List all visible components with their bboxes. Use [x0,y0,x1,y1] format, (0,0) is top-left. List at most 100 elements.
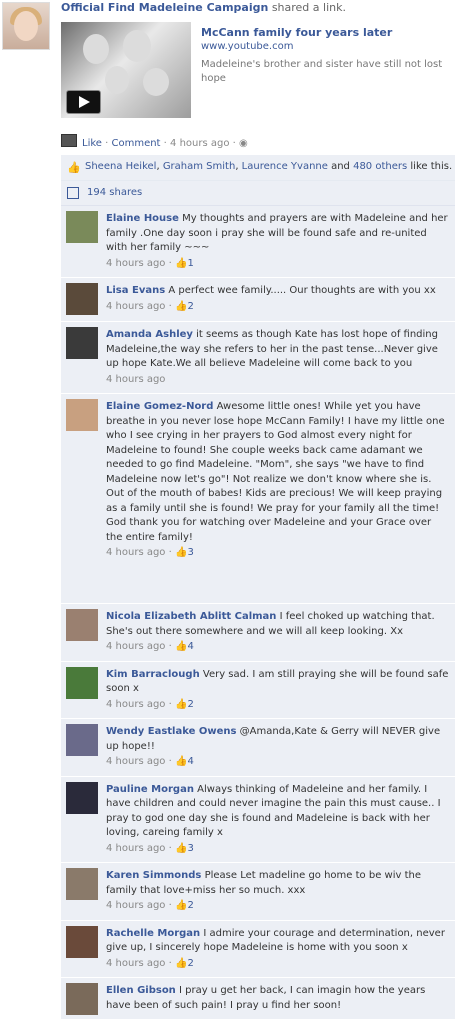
comment-item: Amanda Ashley it seems as though Kate ha… [61,322,455,394]
commenter-avatar[interactable] [66,211,98,243]
comment-like-icon[interactable]: 👍 [175,699,187,710]
comment-meta: 4 hours ago · 👍3 [106,547,194,558]
comment-item: Rachelle Morgan I admire your courage an… [61,920,455,978]
liker-link[interactable]: Graham Smith [163,161,236,172]
comment-meta: 4 hours ago · 👍1 [106,257,194,269]
comment-meta: 4 hours ago · 👍2 [106,698,194,710]
commenter-avatar[interactable] [66,781,98,814]
commenter-avatar[interactable] [66,283,98,315]
comment-timestamp[interactable]: 4 hours ago [106,641,165,652]
comment-text: Awesome little ones! While yet you have … [106,401,445,543]
comment-item: Nicola Elizabeth Ablitt Calman I feel ch… [61,604,455,662]
commenter-name-link[interactable]: Elaine Gomez-Nord [106,401,213,412]
page-avatar[interactable] [2,2,50,50]
comment-like-icon[interactable]: 👍 [175,301,187,312]
link-description: Madeleine's brother and sister have stil… [201,59,443,84]
comment-item: Pauline Morgan Always thinking of Madele… [61,776,455,863]
post-timestamp[interactable]: 4 hours ago [170,138,229,149]
commenter-name-link[interactable]: Ellen Gibson [106,985,176,996]
commenter-name-link[interactable]: Pauline Morgan [106,784,194,795]
comment-timestamp[interactable]: 4 hours ago [106,301,165,312]
post-header: Official Find Madeleine Campaign shared … [0,0,455,149]
commenter-avatar[interactable] [66,666,98,699]
shares-link[interactable]: 194 shares [87,187,142,198]
thumbs-up-icon: 👍 [67,161,81,174]
comment-like-count[interactable]: 4 [187,641,193,652]
liker-link[interactable]: Sheena Heikel [85,161,156,172]
comment-timestamp[interactable]: 4 hours ago [106,258,165,269]
comment-like-icon[interactable]: 👍 [175,843,187,854]
comment-text: A perfect wee family..... Our thoughts a… [168,285,436,296]
comment-item: Karen Simmonds Please Let madeline go ho… [61,863,455,921]
likes-summary: 👍 Sheena Heikel, Graham Smith, Laurence … [61,155,455,181]
commenter-name-link[interactable]: Elaine House [106,213,179,224]
globe-icon: ◉ [239,138,248,149]
comment-body: Elaine House My thoughts and prayers are… [106,212,449,256]
like-button[interactable]: Like [82,138,102,149]
share-icon [67,187,79,199]
comment-timestamp[interactable]: 4 hours ago [106,547,165,558]
commenter-name-link[interactable]: Wendy Eastlake Owens [106,726,236,737]
comment-timestamp[interactable]: 4 hours ago [106,756,165,767]
comment-timestamp[interactable]: 4 hours ago [106,958,165,969]
comment-body: Nicola Elizabeth Ablitt Calman I feel ch… [106,610,449,639]
commenter-name-link[interactable]: Lisa Evans [106,285,165,296]
comment-timestamp[interactable]: 4 hours ago [106,699,165,710]
comment-like-count[interactable]: 4 [187,756,193,767]
video-film-icon [61,134,77,147]
comment-like-count[interactable]: 2 [187,900,193,911]
shares-summary: 194 shares [61,181,455,206]
comment-meta: 4 hours ago · 👍3 [106,842,194,854]
commenter-avatar[interactable] [66,724,98,756]
commenter-name-link[interactable]: Karen Simmonds [106,870,201,881]
comment-like-count[interactable]: 1 [187,258,193,269]
comment-like-count[interactable]: 3 [187,843,193,854]
others-link[interactable]: 480 others [353,161,407,172]
comment-meta: 4 hours ago · 👍2 [106,900,194,911]
comment-body: Ellen Gibson I pray u get her back, I ca… [106,984,449,1013]
commenter-name-link[interactable]: Kim Barraclough [106,669,200,680]
comment-body: Amanda Ashley it seems as though Kate ha… [106,328,449,372]
comment-like-count[interactable]: 2 [187,958,193,969]
comment-like-count[interactable]: 2 [187,301,193,312]
commenter-name-link[interactable]: Rachelle Morgan [106,928,200,939]
comment-timestamp[interactable]: 4 hours ago [106,374,165,385]
comment-like-count[interactable]: 2 [187,699,193,710]
link-url[interactable]: www.youtube.com [201,41,293,52]
comment-item: Wendy Eastlake Owens @Amanda,Kate & Gerr… [61,719,455,777]
comment-item: Kim Barraclough Very sad. I am still pra… [61,661,455,719]
commenter-name-link[interactable]: Amanda Ashley [106,329,193,340]
commenter-avatar[interactable] [66,609,98,641]
comment-body: Kim Barraclough Very sad. I am still pra… [106,668,449,697]
play-button-icon[interactable] [66,90,101,114]
comment-body: Pauline Morgan Always thinking of Madele… [106,783,449,841]
comment-like-icon[interactable]: 👍 [175,900,187,911]
commenter-name-link[interactable]: Nicola Elizabeth Ablitt Calman [106,611,276,622]
page-name-link[interactable]: Official Find Madeleine Campaign [61,1,268,14]
comment-like-icon[interactable]: 👍 [175,958,187,969]
link-title[interactable]: McCann family four years later [201,26,392,39]
comment-body: Lisa Evans A perfect wee family..... Our… [106,284,449,299]
comment-like-count[interactable]: 3 [187,547,193,558]
commenter-avatar[interactable] [66,868,98,900]
video-thumbnail[interactable] [61,22,191,118]
post-action-text: shared a link. [271,1,346,14]
comment-meta: 4 hours ago · 👍4 [106,756,194,767]
commenter-avatar[interactable] [66,399,98,431]
comment-like-icon[interactable]: 👍 [175,258,187,269]
commenter-avatar[interactable] [66,983,98,1015]
commenter-avatar[interactable] [66,327,98,359]
comment-like-icon[interactable]: 👍 [175,756,187,767]
comment-timestamp[interactable]: 4 hours ago [106,843,165,854]
comment-meta: 4 hours ago · 👍2 [106,300,194,312]
liker-link[interactable]: Laurence Yvanne [242,161,328,172]
likes-text: Sheena Heikel, Graham Smith, Laurence Yv… [85,161,453,172]
comment-timestamp[interactable]: 4 hours ago [106,900,165,911]
comment-like-icon[interactable]: 👍 [175,547,187,558]
comment-button[interactable]: Comment [111,138,160,149]
comment-like-icon[interactable]: 👍 [175,641,187,652]
comment-body: Karen Simmonds Please Let madeline go ho… [106,869,449,898]
separator: · [160,138,171,149]
commenter-avatar[interactable] [66,925,98,958]
comment-item: Lisa Evans A perfect wee family..... Our… [61,278,455,322]
